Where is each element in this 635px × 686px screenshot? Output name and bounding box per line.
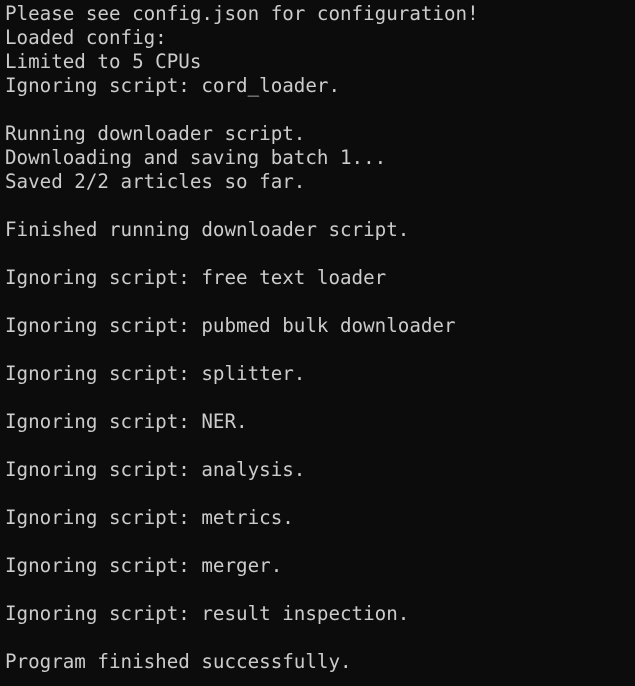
terminal-line: Loaded config: [5, 26, 167, 49]
terminal-line: Ignoring script: cord_loader. [5, 74, 341, 97]
terminal-line: Ignoring script: pubmed bulk downloader [5, 314, 456, 337]
terminal-line: Ignoring script: free text loader [5, 266, 387, 289]
terminal-line: Running downloader script. [5, 122, 306, 145]
terminal-line: Saved 2/2 articles so far. [5, 170, 306, 193]
terminal-line: Ignoring script: metrics. [5, 506, 294, 529]
terminal-line: Ignoring script: NER. [5, 410, 248, 433]
terminal-line: Ignoring script: result inspection. [5, 602, 410, 625]
terminal-line: Downloading and saving batch 1... [5, 146, 387, 169]
terminal-line: Ignoring script: splitter. [5, 362, 306, 385]
terminal-line: Limited to 5 CPUs [5, 50, 202, 73]
terminal-line: Please see config.json for configuration… [5, 2, 479, 25]
terminal-line: Ignoring script: merger. [5, 554, 283, 577]
terminal-line: Program finished successfully. [5, 650, 352, 673]
terminal-line: Ignoring script: analysis. [5, 458, 306, 481]
terminal-output[interactable]: Please see config.json for configuration… [0, 0, 635, 686]
terminal-line: Finished running downloader script. [5, 218, 410, 241]
